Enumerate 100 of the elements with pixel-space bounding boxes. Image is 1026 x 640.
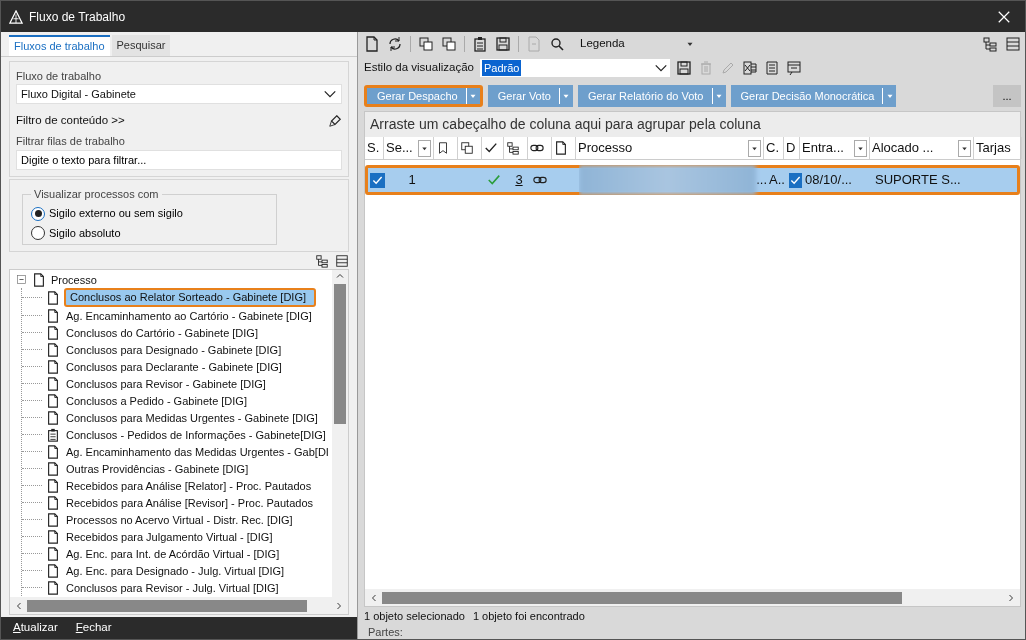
- save-icon[interactable]: [495, 36, 511, 52]
- tree-item[interactable]: Conclusos - Pedidos de Informações - Gabinete[DIG]: [64, 428, 330, 441]
- tab[interactable]: Fluxos de trabalho: [9, 35, 110, 56]
- radio-option[interactable]: Sigilo absoluto: [31, 224, 121, 242]
- filter-button[interactable]: [418, 139, 431, 157]
- document-icon: [46, 342, 60, 357]
- tree-item[interactable]: Outras Providências - Gabinete [DIG]: [64, 462, 253, 475]
- tree-item[interactable]: Recebidos para Análise [Relator] - Proc. Pautados: [64, 479, 316, 492]
- window-title: Fluxo de Trabalho: [29, 8, 127, 26]
- document-icon: [46, 495, 60, 510]
- column-header[interactable]: D: [784, 137, 800, 159]
- field-label: Fluxo de trabalho: [16, 68, 102, 84]
- footer-button[interactable]: Atualizar: [13, 619, 58, 637]
- close-icon[interactable]: [997, 9, 1011, 24]
- column-header[interactable]: Se...: [384, 137, 434, 159]
- parts-label: Partes:: [367, 625, 404, 639]
- field-label: Filtrar filas de trabalho: [16, 134, 126, 150]
- horizontal-scrollbar[interactable]: [10, 597, 348, 614]
- tree-item[interactable]: Ag. Enc. para Int. de Acórdão Virtual - [DIG]: [64, 547, 284, 560]
- horizontal-scrollbar[interactable]: [365, 589, 1020, 606]
- table-cell-text: 08/10/...: [805, 171, 852, 190]
- legend-dropdown[interactable]: Legenda: [580, 35, 695, 53]
- more-button[interactable]: ...: [993, 85, 1021, 107]
- column-header[interactable]: [528, 137, 552, 159]
- document-icon: [46, 308, 60, 323]
- column-header[interactable]: C.: [764, 137, 784, 159]
- field-label: Estilo da visualização: [364, 60, 474, 76]
- filter-button[interactable]: [958, 139, 971, 157]
- tree-item[interactable]: Recebidos para Análise [Revisor] - Proc. Pautados: [64, 496, 318, 509]
- clipboard-icon[interactable]: [472, 36, 488, 52]
- vertical-scrollbar[interactable]: [332, 270, 348, 597]
- document-icon[interactable]: [763, 60, 780, 76]
- table-cell-text: SUPORTE S...: [875, 171, 961, 190]
- filter-input[interactable]: Digite o texto para filtrar...: [16, 149, 342, 170]
- document-icon: [32, 272, 46, 287]
- document-icon: [46, 478, 60, 493]
- tab[interactable]: Pesquisar: [111, 35, 171, 56]
- copy-icon: [460, 141, 474, 155]
- hierarchy-icon[interactable]: [315, 254, 329, 269]
- tree-item[interactable]: Conclusos para Revisor - Gabinete [DIG]: [64, 377, 270, 390]
- tree-item[interactable]: Conclusos para Medidas Urgentes - Gabinete [DIG]: [64, 411, 322, 424]
- copy-icon[interactable]: [418, 36, 434, 52]
- radio-option[interactable]: Sigilo externo ou sem sigilo: [31, 205, 183, 222]
- tree-item[interactable]: Conclusos para Revisor - Julg. Virtual [DIG]: [64, 581, 283, 594]
- check-icon: [484, 141, 498, 155]
- clipboard-icon: [46, 427, 60, 442]
- column-header[interactable]: Entra...: [800, 137, 870, 159]
- layout-icon[interactable]: [1005, 36, 1021, 52]
- bookmark-icon: [436, 141, 450, 155]
- row-checkbox[interactable]: [370, 172, 385, 188]
- document-icon: [46, 444, 60, 459]
- tree-item[interactable]: Conclusos para Designado - Gabinete [DIG]: [64, 343, 286, 356]
- document-icon: [46, 563, 60, 578]
- tree-item[interactable]: Ag. Enc. para Designado - Julg. Virtual [DIG]: [64, 564, 289, 577]
- tree-item[interactable]: Processos no Acervo Virtual - Distr. Rec. [DIG]: [64, 513, 297, 526]
- document-icon: [46, 529, 60, 544]
- layout-icon[interactable]: [335, 254, 349, 269]
- cell-checkbox[interactable]: [789, 172, 802, 188]
- table-row[interactable]: 1 3 ...A.. 08/10/... SUPORTE S...: [365, 165, 1020, 195]
- column-header[interactable]: [504, 137, 528, 159]
- document-icon: [46, 546, 60, 561]
- tree-item[interactable]: Conclusos ao Relator Sorteado - Gabinete [DIG]: [64, 288, 316, 308]
- workflow-dropdown[interactable]: Fluxo Digital - Gabinete: [16, 84, 342, 104]
- excel-icon[interactable]: [741, 60, 758, 76]
- group-by-area: Arraste um cabeçalho de coluna aqui para agrupar pela coluna: [365, 112, 1020, 137]
- column-header[interactable]: Tarjas: [974, 137, 1022, 159]
- tree-item[interactable]: Recebidos para Julgamento Virtual - [DIG]: [64, 530, 277, 543]
- column-header[interactable]: Processo: [576, 137, 764, 159]
- document-icon: [46, 290, 60, 305]
- document-icon: [46, 393, 60, 408]
- status-text: 1 objeto foi encontrado: [472, 608, 585, 624]
- tree-item[interactable]: Conclusos para Declarante - Gabinete [DIG]: [64, 360, 286, 373]
- column-header[interactable]: [482, 137, 504, 159]
- tree-item[interactable]: Ag. Encaminhamento ao Cartório - Gabinete [DIG]: [64, 309, 316, 322]
- refresh-icon[interactable]: [387, 36, 403, 52]
- view-style-dropdown[interactable]: Padrão: [479, 59, 670, 77]
- column-header[interactable]: Alocado ...: [870, 137, 974, 159]
- count-link[interactable]: 3: [515, 170, 523, 190]
- hierarchy-icon[interactable]: [982, 36, 998, 52]
- window-icon[interactable]: [785, 60, 802, 76]
- tree-root-label: Processo: [51, 272, 97, 288]
- tree-item[interactable]: Conclusos a Pedido - Gabinete [DIG]: [64, 394, 251, 407]
- hierarchy-icon: [506, 141, 520, 155]
- table-cell-text: A..: [769, 171, 785, 190]
- filter-button[interactable]: [854, 139, 867, 157]
- document-icon: [46, 512, 60, 527]
- document-icon: [46, 461, 60, 476]
- footer-button[interactable]: Fechar: [75, 619, 112, 637]
- app-logo-icon: [9, 9, 23, 24]
- content-filter-link[interactable]: Filtro de conteúdo >>: [16, 112, 125, 130]
- find-icon[interactable]: [549, 36, 565, 52]
- collapse-icon[interactable]: [16, 274, 27, 286]
- tree-item[interactable]: Ag. Encaminhamento das Medidas Urgentes - Gab[DI: [64, 445, 332, 458]
- save-icon[interactable]: [675, 60, 692, 76]
- filter-button[interactable]: [748, 139, 761, 157]
- column-header[interactable]: S.: [365, 137, 384, 159]
- status-text: 1 objeto selecionado: [364, 608, 465, 624]
- new-document-icon[interactable]: [364, 36, 380, 52]
- windows-icon[interactable]: [441, 36, 457, 52]
- tree-item[interactable]: Conclusos do Cartório - Gabinete [DIG]: [64, 326, 262, 339]
